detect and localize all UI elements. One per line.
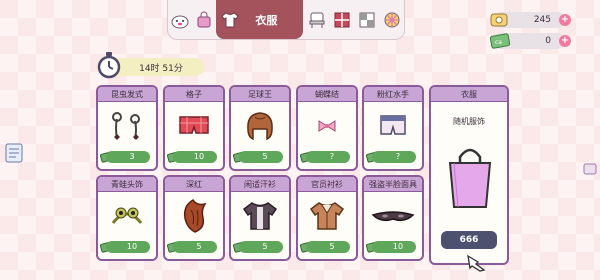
svg-text:ca: ca bbox=[495, 39, 502, 46]
item-card-casual-shirt[interactable]: 闲适汗衫 5 bbox=[229, 175, 291, 261]
tab-clothes-label: 衣服 bbox=[255, 13, 278, 27]
sailor-shorts-icon bbox=[364, 105, 422, 147]
stopwatch-icon bbox=[97, 52, 121, 79]
buy-random-button[interactable]: 666 bbox=[441, 231, 497, 249]
item-card-football-king[interactable]: 足球王 5 bbox=[229, 85, 291, 171]
random-card-title: 衣服 bbox=[431, 87, 507, 102]
shirt-icon bbox=[220, 12, 239, 28]
plaid-shorts-icon bbox=[165, 105, 223, 147]
item-price: 5 bbox=[239, 151, 283, 163]
item-price: 5 bbox=[173, 241, 217, 253]
item-price: ? bbox=[372, 151, 416, 163]
item-card-bow[interactable]: 蝴蝶结 ? bbox=[296, 85, 358, 171]
item-name: 闲适汗衫 bbox=[231, 177, 289, 192]
bow-icon bbox=[298, 105, 356, 147]
item-card-bandit-mask[interactable]: 强盗半脸面具 10 bbox=[362, 175, 424, 261]
casual-shirt-icon bbox=[231, 195, 289, 237]
item-card-insect-hair[interactable]: 昆虫发式 3 bbox=[96, 85, 158, 171]
coin-counter: 245 + bbox=[490, 12, 571, 28]
tab-pet[interactable] bbox=[168, 0, 193, 39]
tab-bag[interactable] bbox=[193, 0, 216, 39]
coin-amount: 245 bbox=[533, 15, 551, 25]
ticket-icon: ca bbox=[489, 33, 511, 49]
tab-wallpaper[interactable] bbox=[379, 0, 404, 39]
hair-wig-icon bbox=[231, 105, 289, 147]
item-name: 强盗半脸面具 bbox=[364, 177, 422, 192]
item-name: 深红 bbox=[165, 177, 223, 192]
tab-furniture[interactable] bbox=[303, 0, 329, 39]
item-name: 蝴蝶结 bbox=[298, 87, 356, 102]
official-shirt-icon bbox=[298, 195, 356, 237]
notepad-icon[interactable] bbox=[4, 142, 24, 164]
item-card-pink-sailor[interactable]: 粉红水手 ? bbox=[362, 85, 424, 171]
tab-window[interactable] bbox=[330, 0, 355, 39]
chair-icon bbox=[309, 12, 325, 28]
item-card-crimson[interactable]: 深红 5 bbox=[163, 175, 225, 261]
antenna-hairpin-icon bbox=[98, 105, 156, 147]
ball-icon bbox=[384, 12, 400, 27]
coin-icon bbox=[490, 13, 508, 27]
item-name: 青蛙头饰 bbox=[98, 177, 156, 192]
item-name: 足球王 bbox=[231, 87, 289, 102]
item-card-official-shirt[interactable]: 官员衬衫 5 bbox=[296, 175, 358, 261]
random-card-subtitle: 随机服饰 bbox=[453, 117, 485, 126]
item-name: 粉红水手 bbox=[364, 87, 422, 102]
item-price: 10 bbox=[173, 151, 217, 163]
random-clothes-card[interactable]: 衣服 随机服饰 666 bbox=[429, 85, 509, 265]
timer-text: 14时 51分 bbox=[139, 63, 183, 74]
ticket-counter: ca 0 + bbox=[489, 33, 571, 49]
shopping-bag-icon bbox=[448, 148, 492, 208]
item-price: 10 bbox=[372, 241, 416, 253]
red-hair-icon bbox=[165, 195, 223, 237]
tab-floor[interactable] bbox=[355, 0, 380, 39]
ticket-amount: 0 bbox=[545, 36, 551, 46]
add-coins-button[interactable]: + bbox=[559, 14, 571, 26]
item-name: 昆虫发式 bbox=[98, 87, 156, 102]
bag-icon bbox=[197, 11, 211, 27]
item-card-frog-headband[interactable]: 青蛙头饰 10 bbox=[96, 175, 158, 261]
refresh-timer: 14时 51分 bbox=[108, 58, 204, 76]
tile-icon bbox=[359, 12, 375, 27]
item-price: 10 bbox=[106, 241, 150, 253]
bandit-mask-icon bbox=[364, 195, 422, 237]
tab-clothes[interactable]: 衣服 bbox=[215, 0, 304, 39]
pointer-hand-icon bbox=[467, 254, 486, 272]
item-card-plaid[interactable]: 格子 10 bbox=[163, 85, 225, 171]
side-badge-icon[interactable] bbox=[583, 163, 597, 175]
add-tickets-button[interactable]: + bbox=[559, 35, 571, 47]
item-price: 5 bbox=[239, 241, 283, 253]
frog-headband-icon bbox=[98, 195, 156, 237]
item-price: 5 bbox=[306, 241, 350, 253]
item-price: 3 bbox=[106, 151, 150, 163]
item-price: ? bbox=[306, 151, 350, 163]
window-icon bbox=[334, 12, 350, 27]
item-name: 官员衬衫 bbox=[298, 177, 356, 192]
item-name: 格子 bbox=[165, 87, 223, 102]
pet-icon bbox=[171, 15, 189, 28]
category-tabbar: 衣服 bbox=[167, 0, 405, 40]
